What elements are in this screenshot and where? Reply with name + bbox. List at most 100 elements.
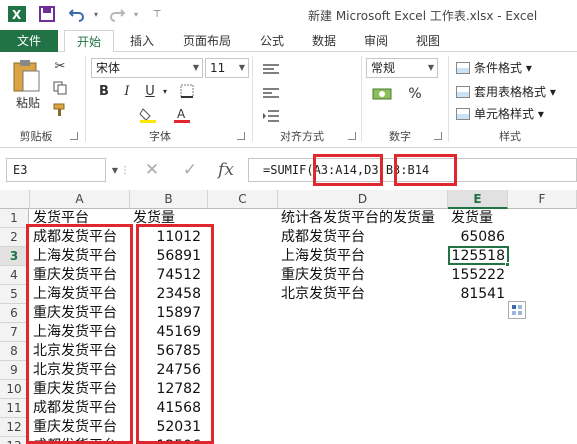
row-header[interactable]: 2 (0, 228, 29, 247)
chevron-down-icon: ▼ (427, 63, 434, 72)
alignment-launcher-icon[interactable] (348, 132, 356, 140)
tab-home[interactable]: 开始 (64, 30, 114, 53)
cell-e1[interactable]: 发货量 (448, 209, 508, 228)
cell-e5[interactable]: 81541 (448, 285, 508, 304)
splitter-icon: ⋮ (120, 164, 130, 176)
row-header[interactable]: 3 (0, 247, 29, 266)
paste-button[interactable]: 粘贴 (8, 94, 48, 110)
cell-d4[interactable]: 重庆发货平台 (278, 266, 450, 285)
group-font-label: 字体 (149, 130, 171, 143)
highlight-box-column-b (136, 224, 214, 444)
table-icon (456, 86, 470, 98)
row-header[interactable]: 12 (0, 418, 29, 437)
undo-icon[interactable] (66, 4, 88, 24)
row-header[interactable]: 9 (0, 361, 29, 380)
row-header[interactable]: 4 (0, 266, 29, 285)
copy-icon[interactable] (50, 78, 70, 98)
align-left-icon[interactable] (258, 84, 284, 104)
active-cell-border (448, 246, 509, 265)
borders-icon[interactable] (176, 82, 198, 100)
cell-styles-icon (456, 108, 470, 120)
conditional-format-button[interactable]: 条件格式 ▾ (456, 58, 532, 78)
cell-styles-button[interactable]: 单元格样式 ▾ (456, 104, 544, 124)
number-format-select[interactable]: 常规 ▼ (366, 58, 438, 78)
tab-data[interactable]: 数据 (304, 30, 344, 52)
number-format-value: 常规 (371, 61, 396, 75)
select-all-corner[interactable] (0, 190, 30, 209)
row-header[interactable]: 1 (0, 209, 29, 228)
group-alignment-label: 对齐方式 (280, 130, 324, 143)
font-color-icon[interactable]: A (170, 106, 194, 124)
cell-styles-label: 单元格样式 ▾ (474, 107, 544, 121)
cell-d1[interactable]: 统计各发货平台的发货量 (278, 209, 450, 228)
format-painter-icon[interactable] (50, 100, 70, 120)
column-header-d[interactable]: D (278, 190, 448, 209)
excel-window: { "window": {"title": "新建 Microsoft Exce… (0, 0, 577, 444)
group-separator (252, 56, 253, 142)
save-icon[interactable] (36, 4, 58, 24)
align-top-icon[interactable] (258, 60, 284, 80)
cell-d5[interactable]: 北京发货平台 (278, 285, 450, 304)
redo-icon[interactable] (106, 4, 128, 24)
tab-file[interactable]: 文件 (0, 30, 58, 52)
fill-handle[interactable] (505, 262, 510, 267)
name-box[interactable]: E3 (6, 158, 106, 182)
font-size-value: 11 (210, 61, 226, 75)
row-header[interactable]: 10 (0, 380, 29, 399)
column-header-e[interactable]: E (448, 190, 508, 209)
enter-icon[interactable]: ✓ (178, 158, 202, 182)
bold-button[interactable]: B (95, 82, 113, 100)
group-styles-label: 样式 (499, 130, 521, 143)
row-header[interactable]: 6 (0, 304, 29, 323)
italic-button[interactable]: I (118, 82, 136, 100)
cell-d3[interactable]: 上海发货平台 (278, 247, 450, 266)
tab-review[interactable]: 审阅 (356, 30, 396, 52)
format-as-table-button[interactable]: 套用表格格式 ▾ (456, 82, 556, 102)
cut-icon[interactable]: ✂ (50, 56, 70, 76)
window-title: 新建 Microsoft Excel 工作表.xlsx - Excel (308, 9, 538, 23)
cell-d2[interactable]: 成都发货平台 (278, 228, 450, 247)
font-size-select[interactable]: 11 ▼ (205, 58, 249, 78)
font-launcher-icon[interactable] (237, 132, 245, 140)
row-header[interactable]: 5 (0, 285, 29, 304)
formula-bar: E3 ▼ ⋮ ✕ ✓ fx =SUMIF(A3:A14,D3,B3:B14 (0, 154, 577, 187)
column-header-c[interactable]: C (208, 190, 278, 209)
row-header[interactable]: 13 (0, 437, 29, 444)
font-name-value: 宋体 (96, 61, 121, 75)
ribbon-home: 粘贴 ✂ 剪贴板 宋体 ▼ 11 ▼ B I U ▾ A 字体 对齐方式 常规 ▼ %… (0, 52, 577, 148)
spreadsheet-grid: A B C D E F 1 发货平台 发货量 统计各发货平台的发货量 发货量 2 成都发货平… (0, 190, 577, 444)
percent-icon[interactable]: % (404, 84, 426, 104)
undo-dropdown-icon[interactable]: ▾ (90, 4, 102, 24)
svg-text:X: X (12, 8, 22, 22)
font-name-select[interactable]: 宋体 ▼ (91, 58, 203, 78)
column-header-b[interactable]: B (130, 190, 208, 209)
clipboard-launcher-icon[interactable] (70, 132, 78, 140)
tab-insert[interactable]: 插入 (122, 30, 162, 52)
chevron-down-icon[interactable]: ▾ (160, 82, 170, 100)
paste-icon[interactable] (8, 56, 44, 96)
group-separator (85, 56, 86, 142)
tab-view[interactable]: 视图 (408, 30, 448, 52)
row-header[interactable]: 11 (0, 399, 29, 418)
number-launcher-icon[interactable] (434, 132, 442, 140)
cancel-icon[interactable]: ✕ (140, 158, 164, 182)
column-header-a[interactable]: A (30, 190, 130, 209)
title-bar: X ▾ ▾ ⊤ 新建 Microsoft Excel 工作表.xlsx - Ex… (0, 0, 577, 30)
tab-formulas[interactable]: 公式 (252, 30, 292, 52)
quick-analysis-icon[interactable] (508, 301, 526, 319)
tab-page-layout[interactable]: 页面布局 (174, 30, 240, 52)
highlight-box-column-a (26, 224, 133, 444)
cell-e4[interactable]: 155222 (448, 266, 508, 285)
svg-text:A: A (177, 107, 186, 121)
customize-qat-icon[interactable]: ⊤ (150, 4, 164, 24)
underline-button[interactable]: U (141, 82, 159, 100)
cell-e2[interactable]: 65086 (448, 228, 508, 247)
fx-icon[interactable]: fx (214, 158, 238, 182)
currency-icon[interactable] (368, 84, 398, 104)
redo-dropdown-icon[interactable]: ▾ (130, 4, 142, 24)
indent-icon[interactable] (258, 106, 284, 126)
row-header[interactable]: 7 (0, 323, 29, 342)
column-header-f[interactable]: F (508, 190, 577, 209)
fill-color-icon[interactable] (136, 106, 160, 124)
row-header[interactable]: 8 (0, 342, 29, 361)
